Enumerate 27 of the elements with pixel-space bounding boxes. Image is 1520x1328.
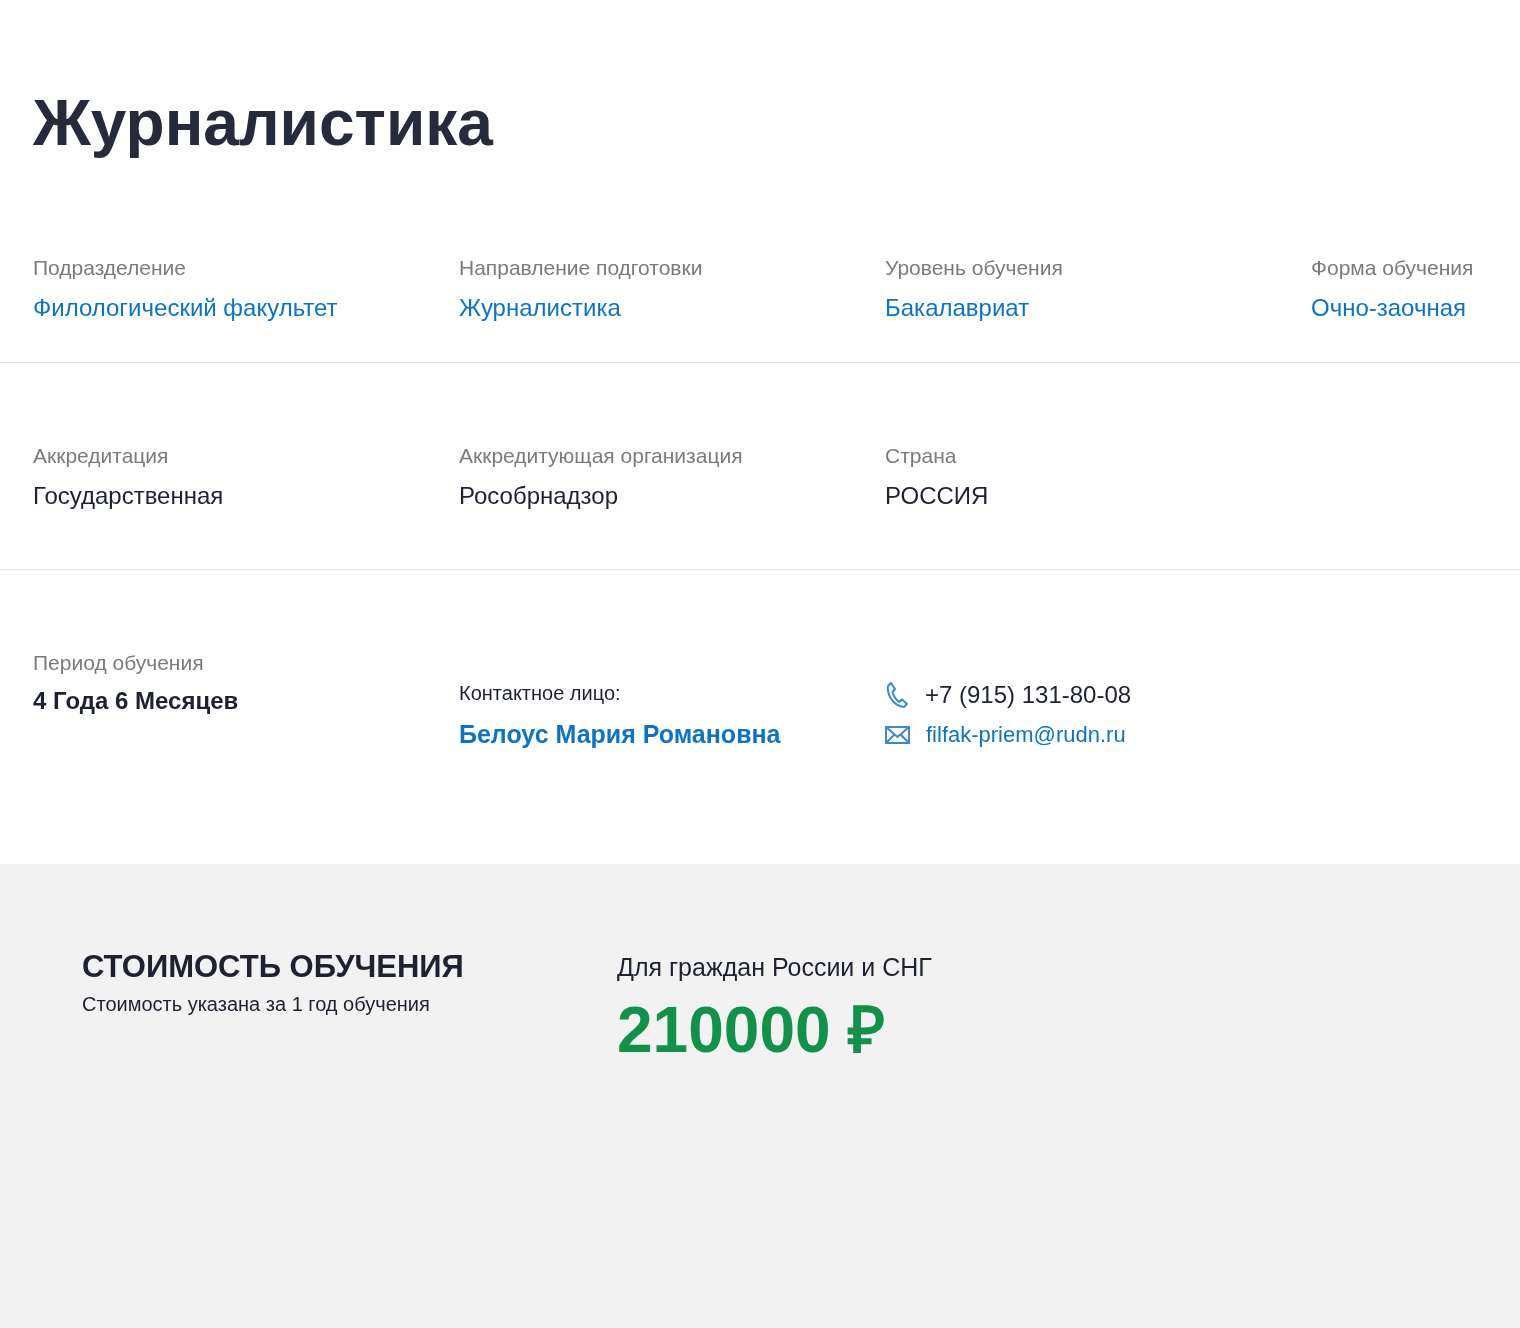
- field-label: Период обучения: [33, 651, 204, 676]
- field-value: Рособрнадзор: [459, 482, 619, 511]
- field-label: Аккредитующая организация: [459, 444, 743, 469]
- page-title: Журналистика: [33, 88, 493, 159]
- field-label: Подразделение: [33, 256, 187, 281]
- pricing-note: Стоимость указана за 1 год обучения: [82, 992, 430, 1017]
- pricing-heading: СТОИМОСТЬ ОБУЧЕНИЯ: [82, 950, 464, 985]
- field-link[interactable]: Бакалавриат: [885, 294, 1030, 323]
- field-label: Направление подготовки: [459, 256, 703, 281]
- field-value: РОССИЯ: [885, 482, 989, 511]
- field-link[interactable]: Очно-заочная: [1311, 294, 1467, 323]
- price-value: 210000 ₽: [617, 994, 886, 1067]
- field-value: 4 Года 6 Месяцев: [33, 687, 239, 716]
- phone-icon: [885, 681, 909, 710]
- phone-number: +7 (915) 131-80-08: [925, 681, 1132, 710]
- field-label: Страна: [885, 444, 957, 469]
- field-link[interactable]: Журналистика: [459, 294, 621, 323]
- field-link[interactable]: Филологический факультет: [33, 294, 338, 323]
- contact-label: Контактное лицо:: [459, 681, 621, 706]
- field-value: Государственная: [33, 482, 224, 511]
- field-label: Уровень обучения: [885, 256, 1063, 281]
- email-link[interactable]: filfak-priem@rudn.ru: [926, 721, 1126, 750]
- field-label: Аккредитация: [33, 444, 169, 469]
- field-label: Форма обучения: [1311, 256, 1474, 281]
- audience-label: Для граждан России и СНГ: [617, 952, 932, 983]
- contact-name-link[interactable]: Белоус Мария Романовна: [459, 719, 781, 750]
- mail-icon: [885, 726, 910, 745]
